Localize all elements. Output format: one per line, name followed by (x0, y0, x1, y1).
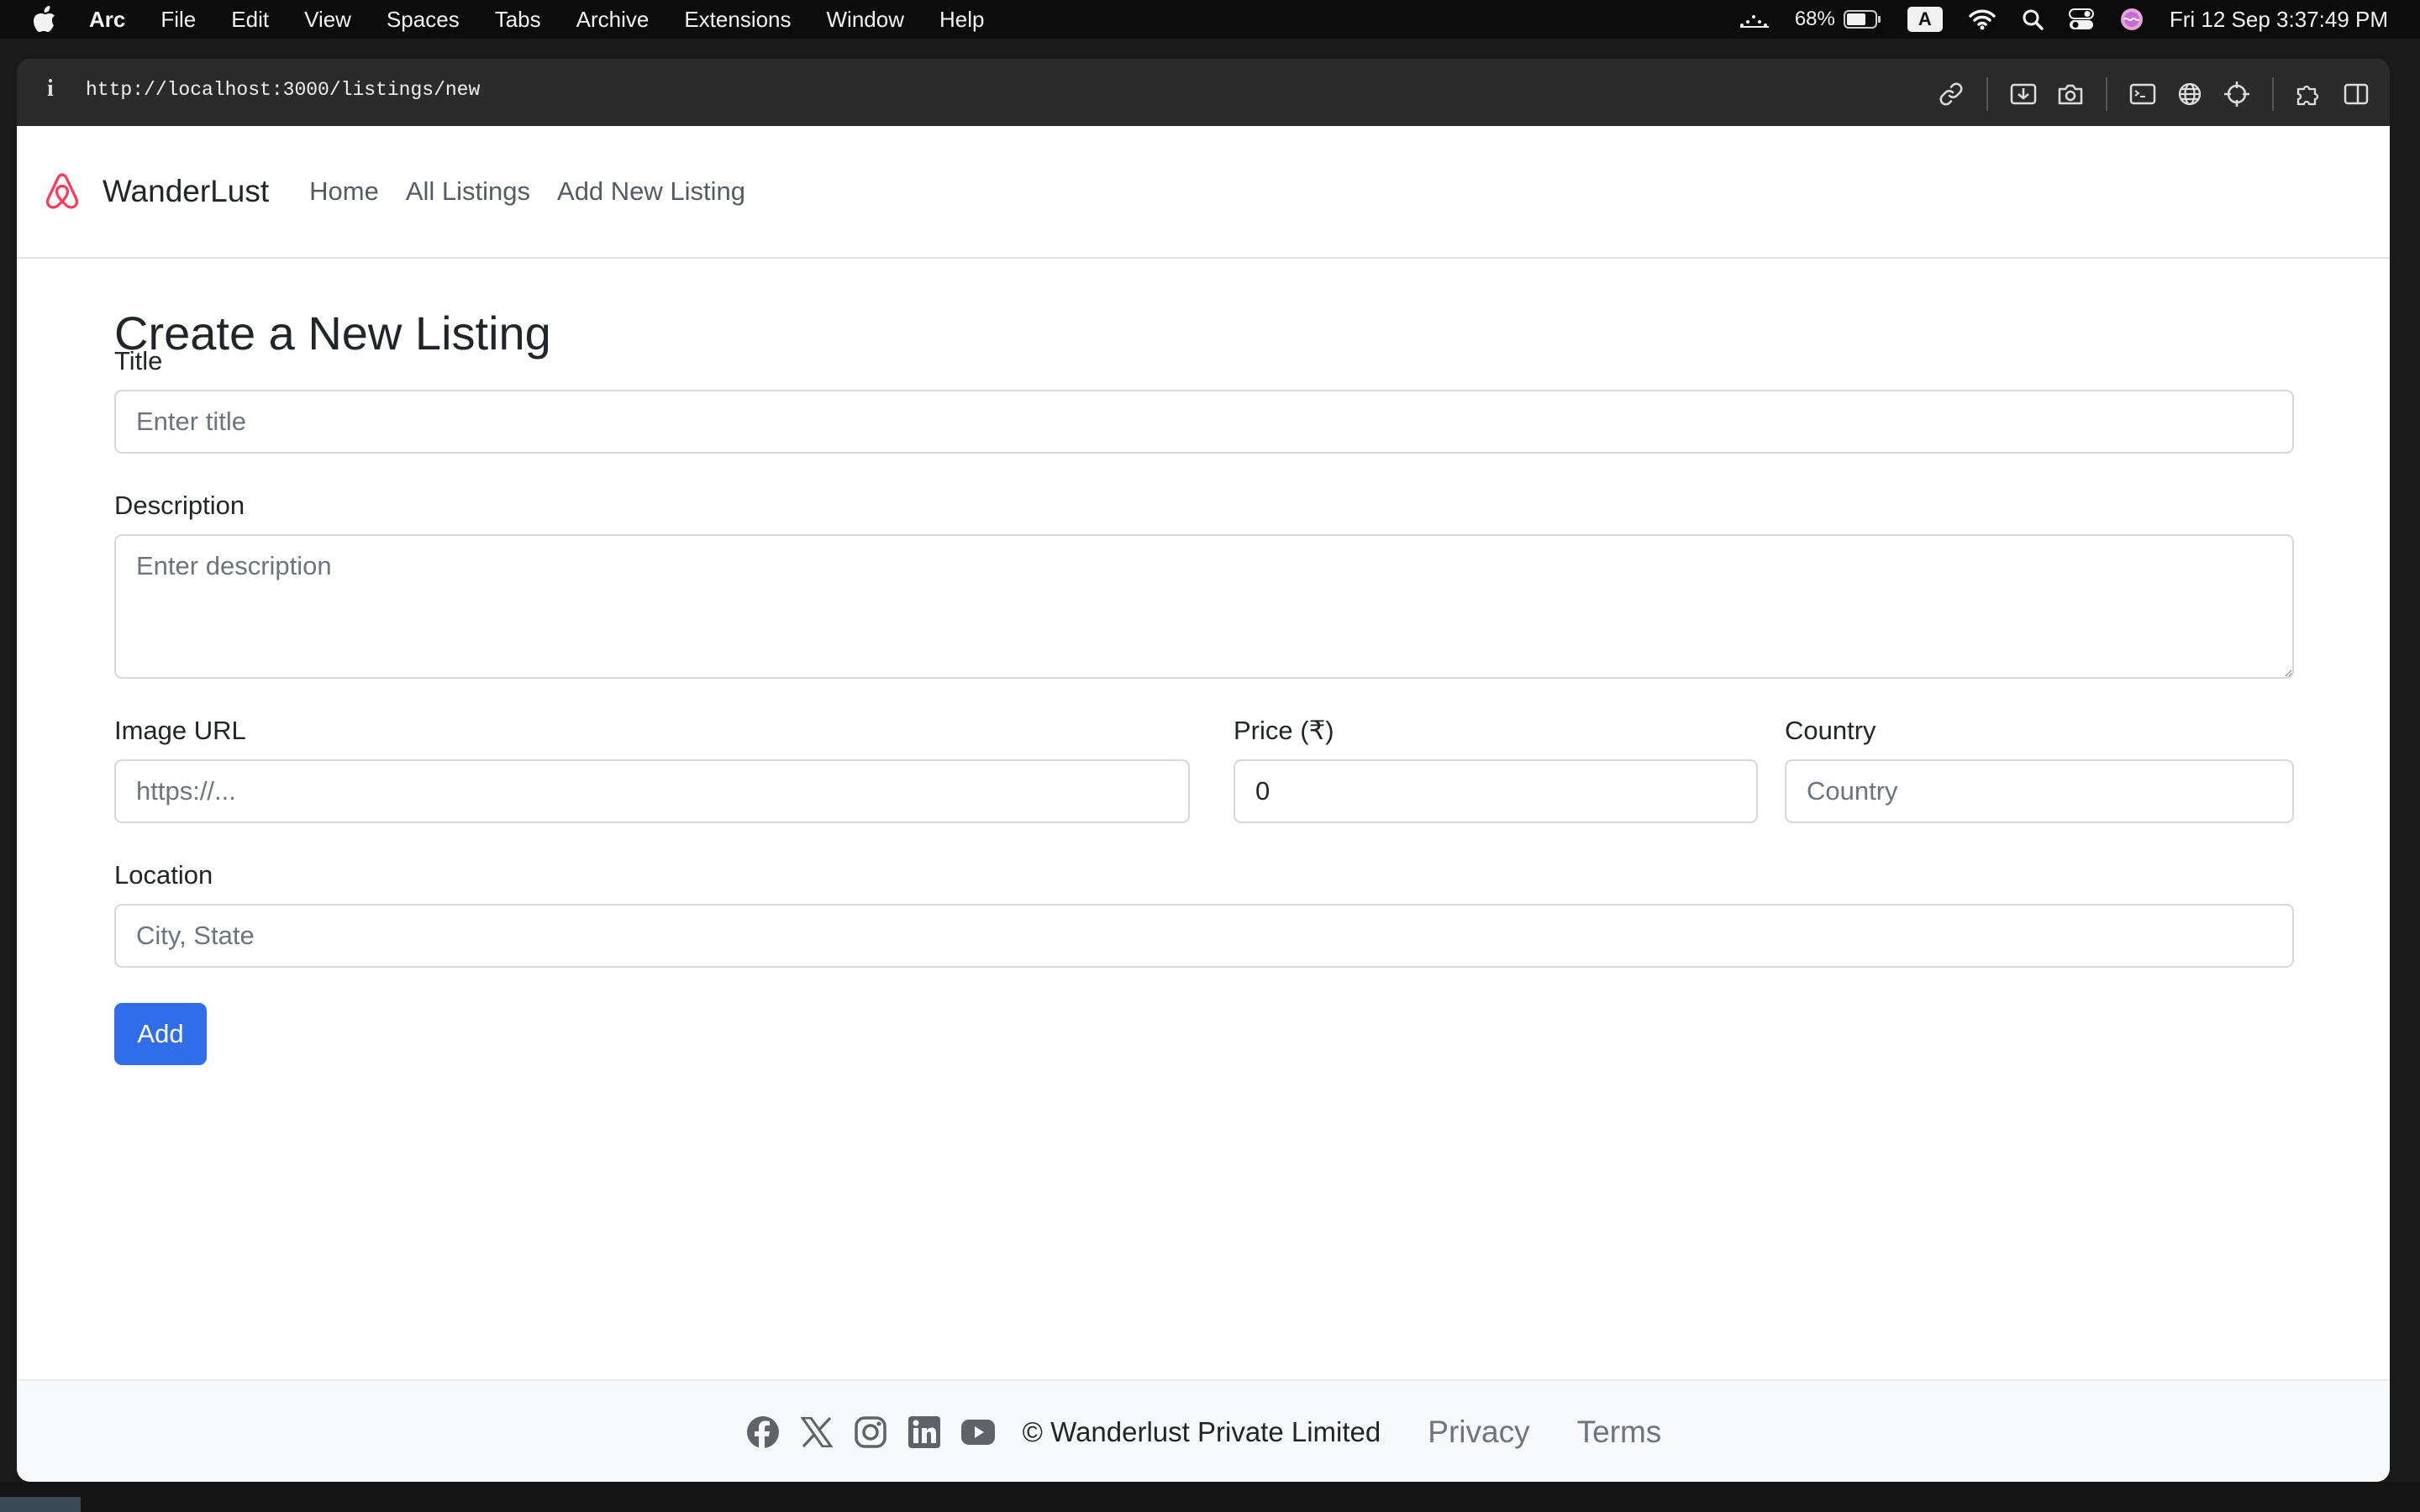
browser-window: i http://localhost:3000/listings/new Wan… (17, 59, 2390, 1482)
price-input[interactable] (1234, 759, 1758, 823)
linkedin-icon[interactable] (907, 1415, 942, 1450)
instagram-icon[interactable] (853, 1415, 888, 1450)
footer-link-privacy[interactable]: Privacy (1428, 1415, 1529, 1450)
country-input[interactable] (1785, 759, 2294, 823)
battery-indicator[interactable]: 68% (1795, 8, 1882, 31)
price-label: Price (₹) (1234, 716, 1334, 745)
description-label: Description (114, 491, 245, 520)
extensions-puzzle-icon[interactable] (2294, 79, 2324, 109)
menu-extensions[interactable]: Extensions (684, 7, 791, 33)
site-navbar: WanderLust Home All Listings Add New Lis… (17, 126, 2390, 259)
location-input[interactable] (114, 904, 2294, 968)
menu-help[interactable]: Help (939, 7, 984, 33)
toolbar-divider (2106, 77, 2107, 111)
footer-link-terms[interactable]: Terms (1577, 1415, 1662, 1450)
globe-icon[interactable] (2175, 79, 2205, 109)
apple-icon[interactable] (32, 5, 57, 34)
site-info-icon[interactable]: i (47, 76, 54, 102)
siri-icon[interactable] (2119, 7, 2144, 32)
spotlight-search-icon[interactable] (2022, 8, 2044, 30)
description-textarea[interactable] (114, 534, 2294, 679)
title-input[interactable] (114, 390, 2294, 454)
nav-link-all-listings[interactable]: All Listings (406, 176, 530, 207)
menu-view[interactable]: View (304, 7, 351, 33)
menu-tabs[interactable]: Tabs (495, 7, 541, 33)
menu-spaces[interactable]: Spaces (387, 7, 460, 33)
page-title: Create a New Listing (114, 307, 551, 360)
copyright-text: © Wanderlust Private Limited (1022, 1416, 1381, 1447)
dock-edge (0, 1482, 2420, 1512)
battery-icon (1843, 10, 1881, 29)
window-edge-marker (0, 1497, 81, 1512)
battery-percent: 68% (1794, 8, 1835, 30)
title-label: Title (114, 346, 163, 375)
capture-icon[interactable] (2008, 79, 2039, 109)
address-bar: i http://localhost:3000/listings/new (17, 59, 2390, 126)
menu-edit[interactable]: Edit (231, 7, 269, 33)
crosshair-icon[interactable] (2222, 79, 2252, 109)
menu-window[interactable]: Window (827, 7, 904, 33)
airbnb-logo-icon[interactable] (44, 171, 84, 212)
toolbar-divider (1986, 77, 1988, 111)
toolbar (1919, 77, 2371, 111)
brand-name[interactable]: WanderLust (103, 174, 269, 209)
facebook-icon[interactable] (745, 1415, 781, 1450)
screenshot-camera-icon[interactable] (2055, 79, 2086, 109)
menu-items: Arc File Edit View Spaces Tabs Archive E… (89, 7, 1019, 33)
location-label: Location (114, 860, 213, 890)
input-source-badge[interactable]: A (1907, 7, 1943, 32)
terminal-icon[interactable] (2128, 79, 2158, 109)
nav-link-add-new-listing[interactable]: Add New Listing (557, 176, 745, 207)
image-url-label: Image URL (114, 716, 246, 745)
activity-icon[interactable] (1739, 11, 1770, 28)
country-label: Country (1785, 716, 1876, 745)
split-view-icon[interactable] (2341, 79, 2371, 109)
add-button[interactable]: Add (114, 1003, 207, 1065)
nav-link-home[interactable]: Home (309, 176, 379, 207)
menu-archive[interactable]: Archive (576, 7, 650, 33)
menu-bar: Arc File Edit View Spaces Tabs Archive E… (0, 0, 2420, 39)
status-area: 68% A Fri 12 Sep 3:37:49 PM (1714, 0, 2388, 39)
site-footer: © Wanderlust Private Limited Privacy Ter… (17, 1379, 2390, 1482)
url-field[interactable]: http://localhost:3000/listings/new (86, 79, 480, 101)
wifi-icon[interactable] (1968, 8, 1996, 30)
social-links (745, 1415, 1014, 1450)
control-center-icon[interactable] (2068, 8, 2094, 30)
web-page: WanderLust Home All Listings Add New Lis… (17, 126, 2390, 1482)
menu-file[interactable]: File (160, 7, 196, 33)
menu-app-name[interactable]: Arc (89, 7, 125, 33)
image-url-input[interactable] (114, 759, 1190, 823)
x-icon[interactable] (799, 1415, 834, 1450)
toolbar-divider (2272, 77, 2274, 111)
copy-link-icon[interactable] (1936, 79, 1966, 109)
youtube-icon[interactable] (960, 1415, 996, 1450)
clock[interactable]: Fri 12 Sep 3:37:49 PM (2170, 7, 2388, 33)
